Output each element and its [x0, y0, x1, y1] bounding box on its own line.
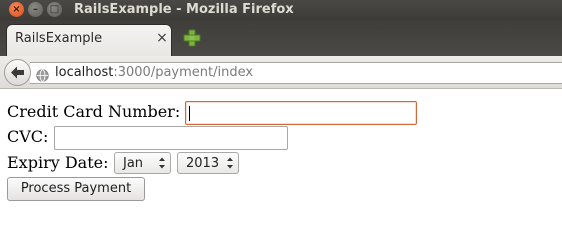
window-title: RailsExample - Mozilla Firefox: [74, 2, 294, 17]
expiry-date-label: Expiry Date:: [7, 153, 109, 172]
expiry-year-select[interactable]: 2013: [177, 152, 239, 174]
back-arrow-icon: [11, 66, 24, 79]
window-close-button[interactable]: ×: [9, 2, 24, 17]
url-bar[interactable]: localhost:3000/payment/index: [30, 62, 562, 84]
window-titlebar: × – □ RailsExample - Mozilla Firefox: [0, 0, 562, 20]
expiry-month-value: Jan: [123, 156, 144, 171]
globe-icon: [36, 67, 49, 82]
card-number-label: Credit Card Number:: [7, 102, 181, 121]
text-caret: [189, 106, 190, 121]
back-button[interactable]: [4, 59, 31, 86]
process-payment-button[interactable]: Process Payment: [7, 177, 145, 201]
plus-icon[interactable]: [182, 28, 202, 48]
expiry-month-select[interactable]: Jan: [114, 152, 171, 174]
cvc-field[interactable]: [54, 126, 288, 150]
cvc-label: CVC:: [7, 127, 49, 146]
spinner-arrows-icon: [227, 157, 233, 169]
page-content: Credit Card Number: CVC: Expiry Date: Ja…: [0, 89, 562, 223]
tab-railsexample[interactable]: RailsExample ×: [6, 24, 172, 56]
url-text: localhost:3000/payment/index: [55, 65, 253, 81]
window-maximize-button[interactable]: □: [47, 2, 62, 17]
window-minimize-button[interactable]: –: [28, 2, 43, 17]
tab-strip: RailsExample ×: [0, 20, 562, 56]
card-number-field[interactable]: [185, 101, 417, 125]
url-path: :3000/payment/index: [113, 65, 254, 80]
spinner-arrows-icon: [159, 157, 165, 169]
tab-close-icon[interactable]: ×: [155, 30, 169, 46]
expiry-year-value: 2013: [186, 156, 220, 171]
url-host: localhost: [55, 65, 114, 80]
tab-label: RailsExample: [15, 31, 103, 46]
navigation-bar: localhost:3000/payment/index: [0, 56, 562, 89]
